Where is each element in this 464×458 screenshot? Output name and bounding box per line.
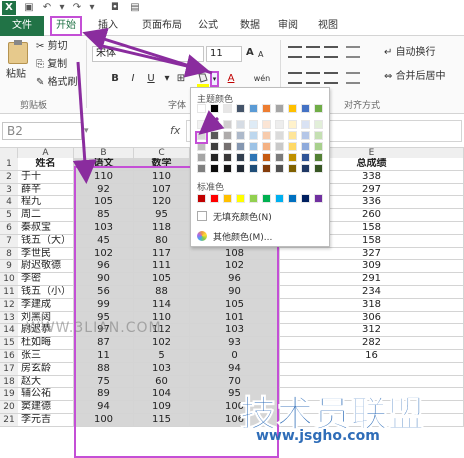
excel-window: X ▣ ↶ ▾ ↷ ▾ ◘ ▤ 文件 开始 插入 页面布局 公式 数据 审阅 视… — [0, 0, 464, 458]
arrow-to-fill-dropdown — [101, 44, 210, 78]
annotation-arrows — [72, 27, 225, 184]
arrow-to-swatch — [198, 110, 225, 135]
arrow-to-columns — [72, 61, 97, 184]
